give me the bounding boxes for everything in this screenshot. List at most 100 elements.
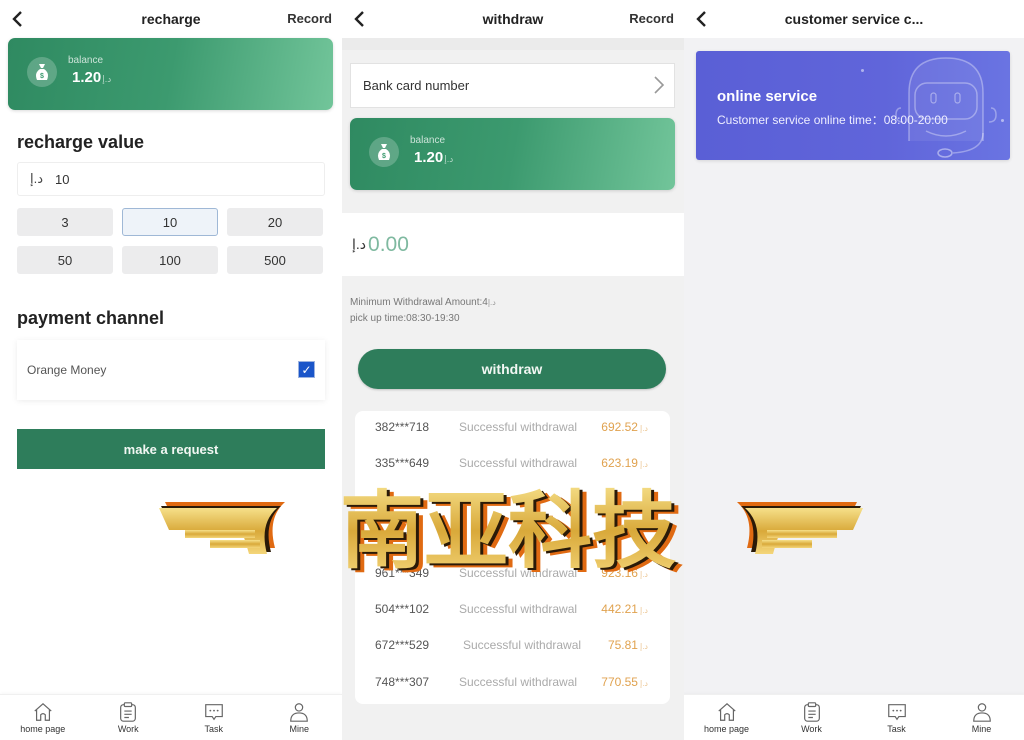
clipboard-icon bbox=[120, 702, 137, 722]
home-icon bbox=[717, 702, 736, 721]
record-account: 382***718 bbox=[375, 420, 430, 434]
currency-symbol: د.إ bbox=[444, 154, 454, 164]
payment-channel-checkbox[interactable]: ✓ bbox=[298, 361, 315, 378]
currency-symbol: د.إ bbox=[639, 679, 648, 688]
back-arrow-icon[interactable] bbox=[692, 7, 712, 31]
money-bag-icon: $ bbox=[27, 57, 57, 87]
balance-amount: 1.20 bbox=[414, 149, 444, 166]
balance-card: $ balance 1.20د.إ bbox=[8, 38, 333, 110]
payment-channel-option[interactable]: Orange Money ✓ bbox=[17, 340, 325, 400]
record-amount-value: 692.52 bbox=[601, 420, 638, 434]
record-amount: 75.81 د.إ bbox=[608, 638, 648, 652]
record-amount-value: 442.21 bbox=[601, 602, 638, 616]
tab-task[interactable]: Task bbox=[862, 701, 932, 734]
amount-option-500[interactable]: 500 bbox=[227, 246, 323, 274]
record-account: 748***307 bbox=[375, 675, 430, 689]
tab-home-page[interactable]: home page bbox=[692, 701, 762, 734]
chevron-right-icon bbox=[654, 76, 665, 94]
tab-label: home page bbox=[703, 724, 750, 734]
recharge-nav-bar: recharge Record bbox=[0, 0, 342, 38]
tab-work[interactable]: Work bbox=[93, 701, 163, 734]
record-amount: 442.21 د.إ bbox=[601, 602, 648, 616]
online-service-hours: Customer service online time：08:00-20:00 bbox=[717, 113, 948, 127]
list-item: 672***529 Successful withdrawal 75.81 د.إ bbox=[355, 627, 670, 663]
record-amount: 923.16 د.إ bbox=[601, 566, 648, 580]
tab-label: Mine bbox=[971, 724, 992, 734]
bank-card-selector[interactable]: Bank card number bbox=[350, 63, 675, 108]
currency-symbol: د.إ bbox=[487, 298, 496, 307]
record-amount: 623.19 د.إ bbox=[601, 456, 648, 470]
record-link[interactable]: Record bbox=[629, 11, 674, 26]
money-bag-icon: $ bbox=[369, 137, 399, 167]
withdraw-amount-field[interactable]: د.إ bbox=[342, 213, 684, 276]
withdraw-screen: withdraw Record Bank card number $ balan… bbox=[342, 0, 684, 740]
balance-amount: 1.20 bbox=[72, 69, 102, 86]
tab-task[interactable]: Task bbox=[179, 701, 249, 734]
amount-option-10[interactable]: 10 bbox=[122, 208, 218, 236]
record-link[interactable]: Record bbox=[287, 11, 332, 26]
amount-option-3[interactable]: 3 bbox=[17, 208, 113, 236]
user-icon bbox=[972, 703, 991, 722]
currency-symbol: د.إ bbox=[30, 171, 44, 186]
amount-option-50[interactable]: 50 bbox=[17, 246, 113, 274]
balance-value: 1.20د.إ bbox=[414, 149, 453, 166]
home-icon bbox=[34, 702, 52, 721]
record-status: Successful withdrawal bbox=[459, 566, 578, 580]
tab-label: Work bbox=[801, 724, 822, 734]
bank-card-label: Bank card number bbox=[363, 78, 470, 93]
tab-work[interactable]: Work bbox=[777, 701, 847, 734]
amount-option-100[interactable]: 100 bbox=[122, 246, 218, 274]
min-amount-text: Minimum Withdrawal Amount:4 bbox=[350, 297, 488, 308]
record-status: Successful withdrawal bbox=[459, 602, 578, 616]
record-amount-value: 623.19 bbox=[601, 456, 638, 470]
tab-label: Task bbox=[204, 724, 223, 734]
tab-label: Work bbox=[117, 724, 139, 734]
balance-value: 1.20د.إ bbox=[72, 69, 111, 86]
tab-mine[interactable]: Mine bbox=[947, 701, 1017, 734]
list-item: 382***718 Successful withdrawal 692.52 د.… bbox=[355, 409, 670, 445]
pickup-time-note: pick up time:08:30-19:30 bbox=[350, 313, 460, 324]
tab-label: Task bbox=[887, 724, 906, 734]
make-request-button[interactable]: make a request bbox=[17, 429, 325, 469]
bottom-tab-bar: home page Work Task Mine bbox=[684, 694, 1024, 740]
chat-icon bbox=[204, 704, 223, 721]
online-service-card[interactable]: online service Customer service online t… bbox=[696, 51, 1010, 160]
withdraw-amount-input[interactable] bbox=[368, 232, 569, 257]
balance-card: $ balance 1.20د.إ bbox=[350, 118, 675, 190]
record-amount-value: 770.55 bbox=[601, 675, 638, 689]
online-service-title: online service bbox=[717, 88, 818, 105]
payment-channel-label: Orange Money bbox=[27, 363, 107, 377]
page-title: withdraw bbox=[482, 11, 544, 27]
recharge-amount-field[interactable]: د.إ bbox=[17, 162, 325, 196]
decor-dot bbox=[1001, 119, 1004, 122]
balance-label: balance bbox=[68, 55, 104, 66]
svg-text:$: $ bbox=[382, 153, 386, 160]
record-account: 961***349 bbox=[375, 566, 430, 580]
record-amount-value: 75.81 bbox=[607, 638, 638, 652]
currency-symbol: د.إ bbox=[639, 642, 648, 651]
decor-dot bbox=[861, 69, 864, 72]
record-amount: 692.52 د.إ bbox=[601, 420, 648, 434]
page-title: customer service c... bbox=[784, 11, 924, 27]
currency-symbol: د.إ bbox=[102, 74, 112, 84]
tab-home-page[interactable]: home page bbox=[8, 701, 78, 734]
list-item: 335***649 Successful withdrawal 623.19 د.… bbox=[355, 445, 670, 481]
record-amount-value: 923.16 bbox=[601, 566, 638, 580]
tab-label: home page bbox=[20, 724, 66, 734]
back-arrow-icon[interactable] bbox=[350, 7, 370, 31]
customer-service-nav-bar: customer service c... bbox=[684, 0, 1024, 38]
svg-text:$: $ bbox=[40, 73, 44, 80]
back-arrow-icon[interactable] bbox=[8, 7, 28, 31]
list-item: 504***102 Successful withdrawal 442.21 د.… bbox=[355, 591, 670, 627]
bottom-tab-bar: home page Work Task Mine bbox=[0, 694, 342, 740]
record-amount: 770.55 د.إ bbox=[601, 675, 648, 689]
withdraw-button[interactable]: withdraw bbox=[358, 349, 666, 389]
currency-symbol: د.إ bbox=[639, 424, 648, 433]
minimum-withdrawal-note: Minimum Withdrawal Amount:4د.إ bbox=[350, 297, 496, 308]
record-status: Successful withdrawal bbox=[459, 420, 578, 434]
record-account: 672***529 bbox=[375, 638, 430, 652]
tab-mine[interactable]: Mine bbox=[264, 701, 334, 734]
payment-channel-heading: payment channel bbox=[17, 308, 165, 328]
amount-option-20[interactable]: 20 bbox=[227, 208, 323, 236]
recharge-amount-input[interactable] bbox=[55, 171, 256, 187]
